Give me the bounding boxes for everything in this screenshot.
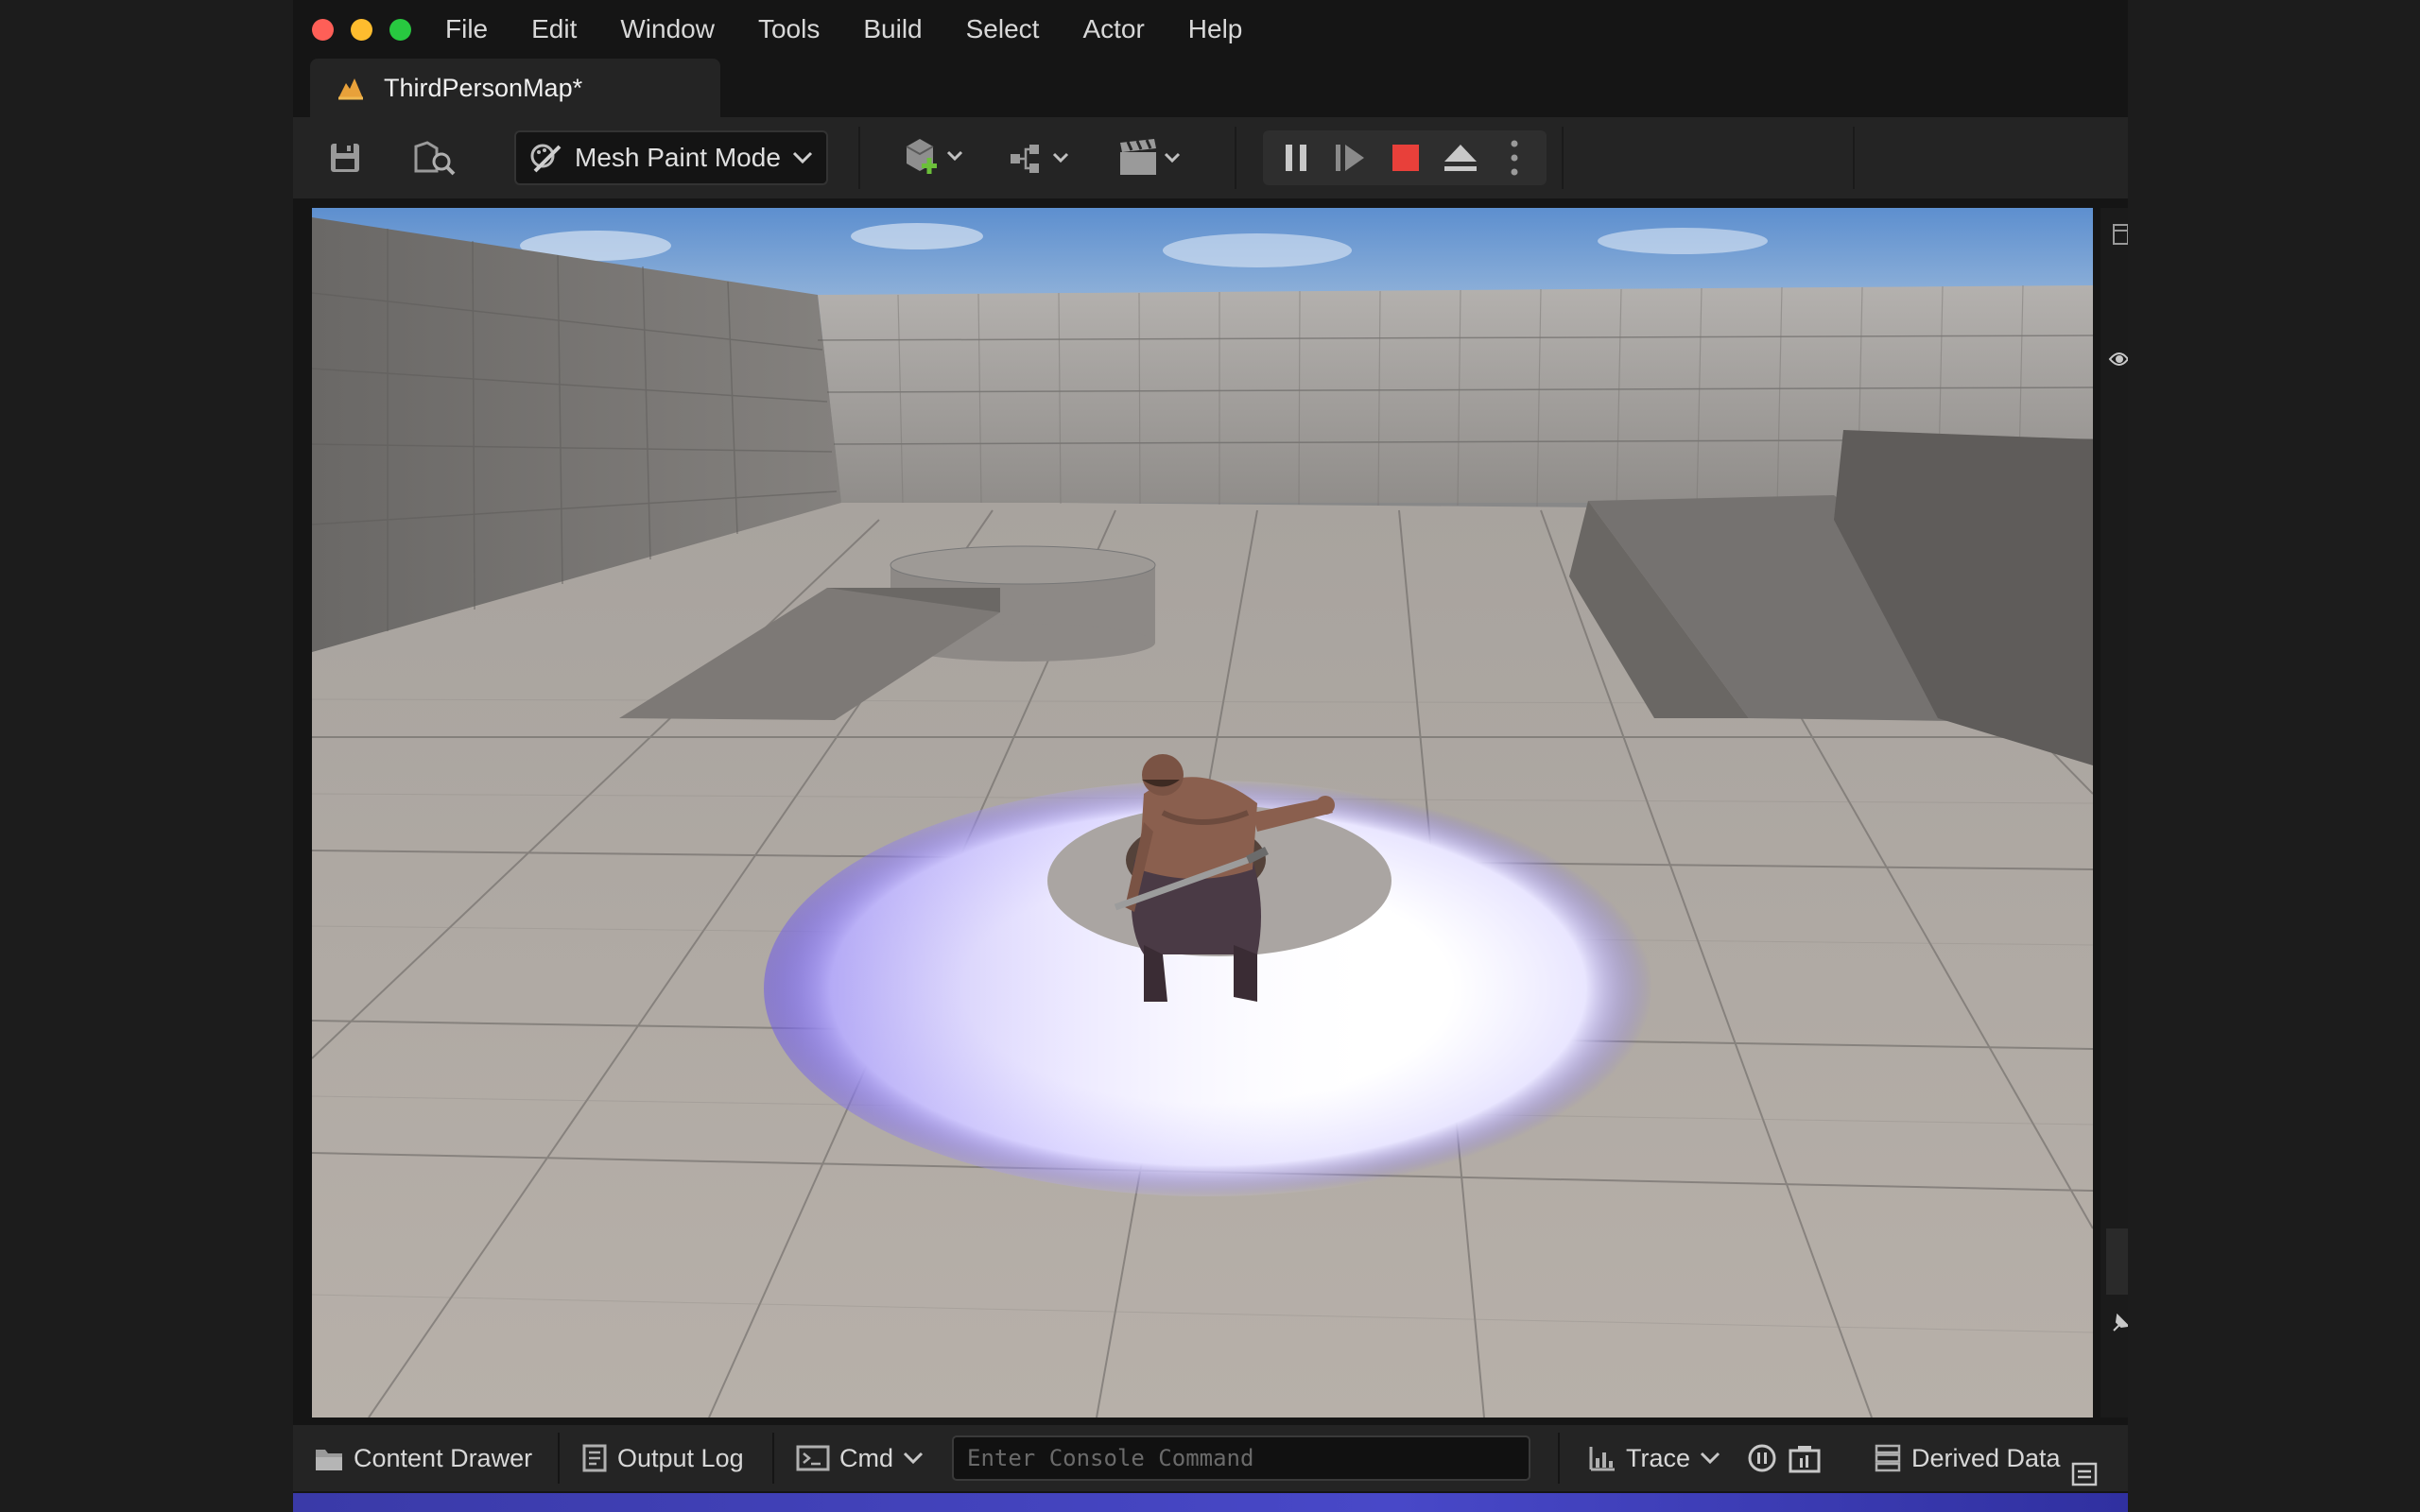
blueprints-button[interactable] bbox=[1004, 134, 1080, 181]
pin-icon[interactable] bbox=[2100, 1304, 2128, 1342]
output-log-icon bbox=[582, 1444, 607, 1472]
visibility-icon[interactable] bbox=[2100, 340, 2128, 378]
camera-icon bbox=[1789, 1446, 1821, 1473]
tab-title: ThirdPersonMap* bbox=[384, 73, 583, 102]
stop-icon bbox=[1392, 145, 1419, 171]
maximize-window-button[interactable] bbox=[389, 18, 411, 41]
menu-select[interactable]: Select bbox=[966, 14, 1040, 44]
toolbar-separator bbox=[858, 127, 860, 189]
output-log-label: Output Log bbox=[617, 1443, 744, 1472]
save-icon bbox=[331, 144, 359, 172]
toolbar-separator bbox=[1562, 127, 1564, 189]
panel-scroll-thumb[interactable] bbox=[2106, 1228, 2128, 1295]
window-bottom-edge bbox=[293, 1493, 2128, 1512]
window-controls bbox=[312, 18, 411, 41]
pause-icon bbox=[1286, 145, 1306, 171]
content-drawer-label: Content Drawer bbox=[354, 1443, 533, 1472]
panel-layout-icon[interactable] bbox=[2100, 217, 2128, 255]
eject-button[interactable] bbox=[1439, 136, 1482, 180]
pause-button[interactable] bbox=[1274, 136, 1318, 180]
cinematics-icon bbox=[1120, 139, 1181, 175]
close-window-button[interactable] bbox=[312, 18, 334, 41]
menu-actor[interactable]: Actor bbox=[1082, 14, 1144, 44]
mode-selector-value: Mesh Paint Mode bbox=[575, 143, 781, 172]
trace-label: Trace bbox=[1626, 1443, 1691, 1472]
level-viewport[interactable] bbox=[312, 208, 2093, 1418]
menu-bar: File Edit Window Tools Build Select Acto… bbox=[293, 0, 2128, 59]
content-drawer-button[interactable]: Content Drawer bbox=[314, 1425, 532, 1491]
record-icon bbox=[1748, 1444, 1776, 1472]
trace-icon bbox=[1589, 1447, 1615, 1471]
cmd-selector[interactable]: Cmd bbox=[796, 1425, 924, 1491]
browse-button[interactable] bbox=[406, 136, 463, 180]
screenshot-trace-button[interactable] bbox=[1789, 1425, 1821, 1491]
cmd-label: Cmd bbox=[839, 1443, 894, 1472]
chevron-down-icon bbox=[792, 151, 812, 164]
document-tab-bar: ThirdPersonMap* bbox=[293, 59, 2128, 117]
output-log-button[interactable]: Output Log bbox=[581, 1425, 744, 1491]
save-button[interactable] bbox=[321, 136, 369, 180]
console-command-input[interactable] bbox=[952, 1435, 1530, 1481]
derived-data-label: Derived Data bbox=[1911, 1443, 2061, 1472]
chevron-down-icon bbox=[903, 1452, 924, 1465]
browse-icon bbox=[414, 141, 456, 176]
source-control-icon[interactable] bbox=[2070, 1459, 2102, 1491]
statusbar-divider bbox=[772, 1433, 774, 1484]
statusbar-divider bbox=[1558, 1433, 1560, 1484]
terminal-icon bbox=[796, 1445, 830, 1471]
toolbar-separator bbox=[1235, 127, 1236, 189]
step-button[interactable] bbox=[1329, 136, 1373, 180]
content-drawer-icon bbox=[316, 1450, 342, 1470]
step-icon bbox=[1336, 145, 1364, 171]
status-bar: Content Drawer Output Log Cmd Enter Cons… bbox=[293, 1425, 2128, 1491]
details-panel-collapsed bbox=[2100, 208, 2128, 1418]
add-actor-icon bbox=[906, 139, 963, 174]
more-options-button[interactable] bbox=[1495, 136, 1533, 180]
toolbar-separator bbox=[1853, 127, 1855, 189]
stop-button[interactable] bbox=[1384, 136, 1427, 180]
add-actor-button[interactable] bbox=[896, 134, 972, 181]
statusbar-divider bbox=[558, 1433, 560, 1484]
menu-file[interactable]: File bbox=[445, 14, 488, 44]
desktop-background: File Edit Window Tools Build Select Acto… bbox=[0, 0, 2420, 1512]
blueprints-icon bbox=[1011, 145, 1069, 173]
main-toolbar: Mesh Paint Mode bbox=[293, 117, 2128, 198]
tab-third-person-map[interactable]: ThirdPersonMap* bbox=[310, 59, 720, 117]
more-icon bbox=[1511, 140, 1518, 176]
minimize-window-button[interactable] bbox=[351, 18, 372, 41]
menu-edit[interactable]: Edit bbox=[531, 14, 577, 44]
menu-window[interactable]: Window bbox=[620, 14, 715, 44]
viewport-scene bbox=[312, 208, 2093, 1418]
cinematics-button[interactable] bbox=[1114, 134, 1189, 181]
database-icon bbox=[1875, 1444, 1901, 1472]
menu-build[interactable]: Build bbox=[863, 14, 922, 44]
chevron-down-icon bbox=[1700, 1452, 1720, 1465]
level-icon bbox=[338, 78, 363, 100]
menu-tools[interactable]: Tools bbox=[758, 14, 820, 44]
record-trace-button[interactable] bbox=[1747, 1425, 1777, 1491]
menu-help[interactable]: Help bbox=[1188, 14, 1243, 44]
unreal-editor-window: File Edit Window Tools Build Select Acto… bbox=[293, 0, 2128, 1512]
mode-selector[interactable]: Mesh Paint Mode bbox=[514, 130, 828, 185]
play-controls bbox=[1263, 130, 1547, 185]
derived-data-button[interactable]: Derived Data bbox=[1874, 1425, 2061, 1491]
mesh-paint-icon bbox=[530, 144, 562, 173]
trace-button[interactable]: Trace bbox=[1588, 1425, 1720, 1491]
eject-icon bbox=[1444, 145, 1477, 171]
